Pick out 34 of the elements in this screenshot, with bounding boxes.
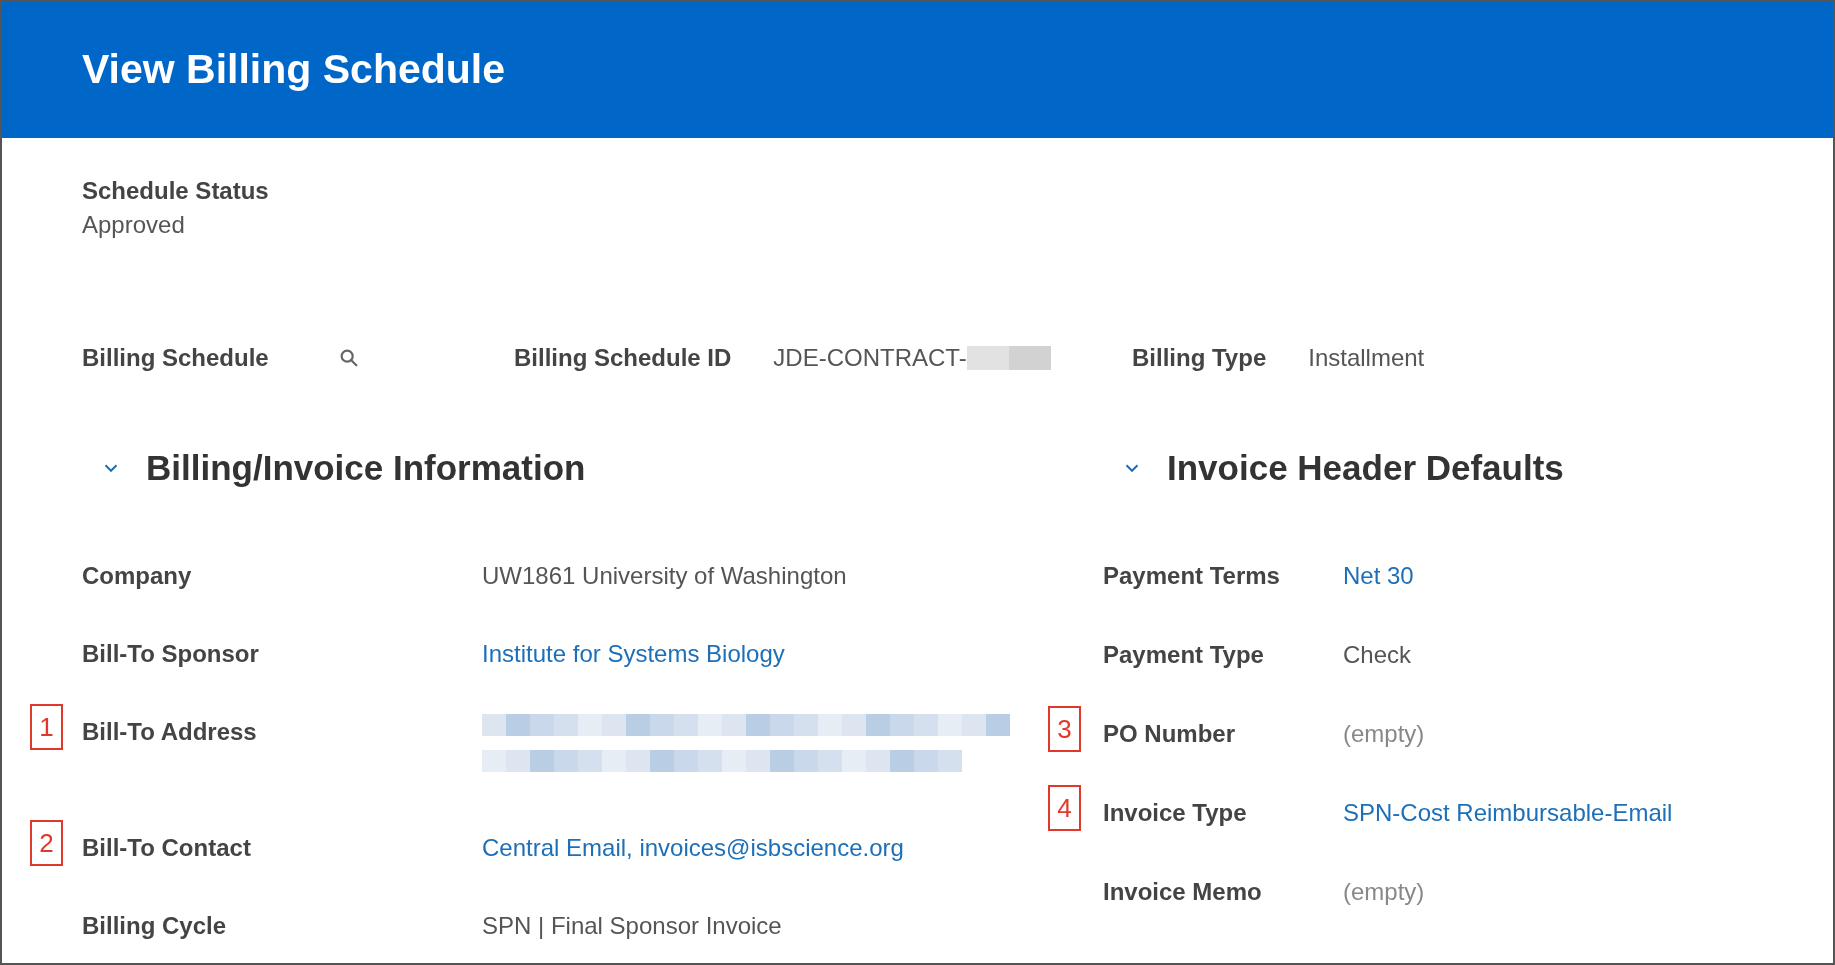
field-label: Company: [82, 561, 193, 591]
field-label: Bill-To Address: [82, 717, 258, 747]
field-label: Bill-To Contact: [82, 833, 252, 863]
field-label: Billing Schedule: [82, 343, 270, 373]
field-value: Installment: [1308, 343, 1425, 373]
field-label: Payment Type: [1103, 640, 1265, 670]
field-label: Billing Schedule ID: [514, 343, 732, 373]
callout-number: 2: [30, 820, 63, 866]
value-link[interactable]: Central Email, invoices@isbscience.org: [482, 830, 904, 866]
field-value: Approved: [82, 210, 186, 240]
callout-number: 1: [30, 704, 63, 750]
search-icon[interactable]: [338, 347, 360, 369]
field-value: SPN | Final Sponsor Invoice: [482, 911, 782, 941]
field-label: Billing Type: [1132, 343, 1267, 373]
field-label: Payment Terms: [1103, 561, 1281, 591]
field-value: (empty): [1343, 877, 1425, 907]
field-label: Invoice Memo: [1103, 877, 1263, 907]
value-link[interactable]: SPN-Cost Reimbursable-Email: [1343, 795, 1673, 831]
callout-number: 4: [1048, 785, 1081, 831]
section-heading: Invoice Header Defaults: [1167, 446, 1564, 489]
field-value: (empty): [1343, 719, 1425, 749]
section-heading: Billing/Invoice Information: [146, 446, 586, 489]
field-label: Billing Cycle: [82, 911, 228, 941]
value-link[interactable]: Net 30: [1343, 558, 1414, 594]
field-label: Invoice Type: [1103, 798, 1248, 828]
field-label: Schedule Status: [82, 176, 270, 206]
value-link[interactable]: Institute for Systems Biology: [482, 636, 785, 672]
field-value: UW1861 University of Washington: [482, 561, 847, 591]
page-title: View Billing Schedule: [82, 45, 505, 95]
field-label: Bill-To Sponsor: [82, 639, 260, 669]
callout-number: 3: [1048, 706, 1081, 752]
field-value: Check: [1343, 640, 1412, 670]
field-label: PO Number: [1103, 719, 1237, 749]
field-value: JDE-CONTRACT-: [773, 343, 967, 373]
